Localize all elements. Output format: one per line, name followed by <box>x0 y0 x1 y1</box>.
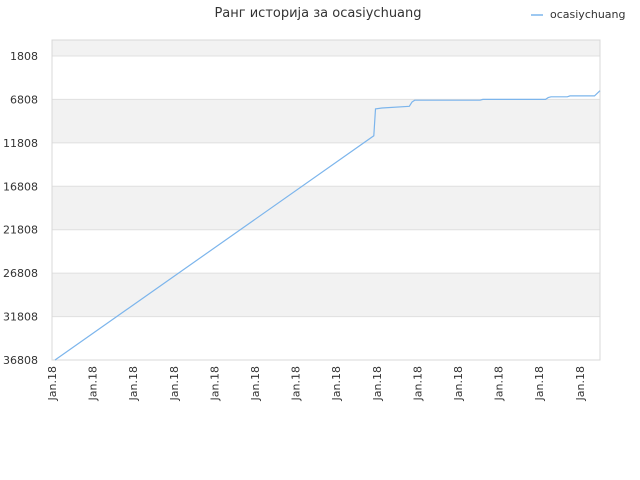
x-tick-label: Jan.18 <box>249 366 262 401</box>
rank-history-chart: 1808 6808 11808 16808 21808 26808 31808 36808 J… <box>3 6 626 401</box>
y-tick-label: 31808 <box>3 311 38 324</box>
y-tick-label: 1808 <box>10 50 38 63</box>
x-tick-label: Jan.18 <box>493 366 506 401</box>
y-tick-label: 16808 <box>3 180 38 193</box>
x-tick-label: Jan.18 <box>533 366 546 401</box>
x-tick-label: Jan.18 <box>290 366 303 401</box>
plot-band <box>52 186 600 230</box>
y-tick-label: 11808 <box>3 137 38 150</box>
x-tick-label: Jan.18 <box>127 366 140 401</box>
plot-band <box>52 99 600 143</box>
x-tick-label: Jan.18 <box>452 366 465 401</box>
x-tick-label: Jan.18 <box>208 366 221 401</box>
plot-bands <box>52 40 600 317</box>
x-axis-ticks: Jan.18 Jan.18 Jan.18 Jan.18 Jan.18 Jan.18 Jan.… <box>46 366 587 401</box>
y-tick-label: 21808 <box>3 224 38 237</box>
legend[interactable]: ocasiychuang <box>531 8 626 21</box>
y-axis-ticks: 1808 6808 11808 16808 21808 26808 31808 36808 <box>3 50 38 367</box>
x-tick-label: Jan.18 <box>46 366 59 401</box>
x-tick-label: Jan.18 <box>330 366 343 401</box>
y-tick-label: 26808 <box>3 267 38 280</box>
plot-band <box>52 273 600 317</box>
y-tick-label: 6808 <box>10 93 38 106</box>
x-tick-label: Jan.18 <box>371 366 384 401</box>
legend-label: ocasiychuang <box>550 8 626 21</box>
y-tick-label: 36808 <box>3 354 38 367</box>
chart-title: Ранг историја за ocasiychuang <box>214 6 421 21</box>
x-tick-label: Jan.18 <box>87 366 100 401</box>
plot-band <box>52 40 600 56</box>
x-tick-label: Jan.18 <box>168 366 181 401</box>
x-tick-label: Jan.18 <box>411 366 424 401</box>
x-tick-label: Jan.18 <box>574 366 587 401</box>
